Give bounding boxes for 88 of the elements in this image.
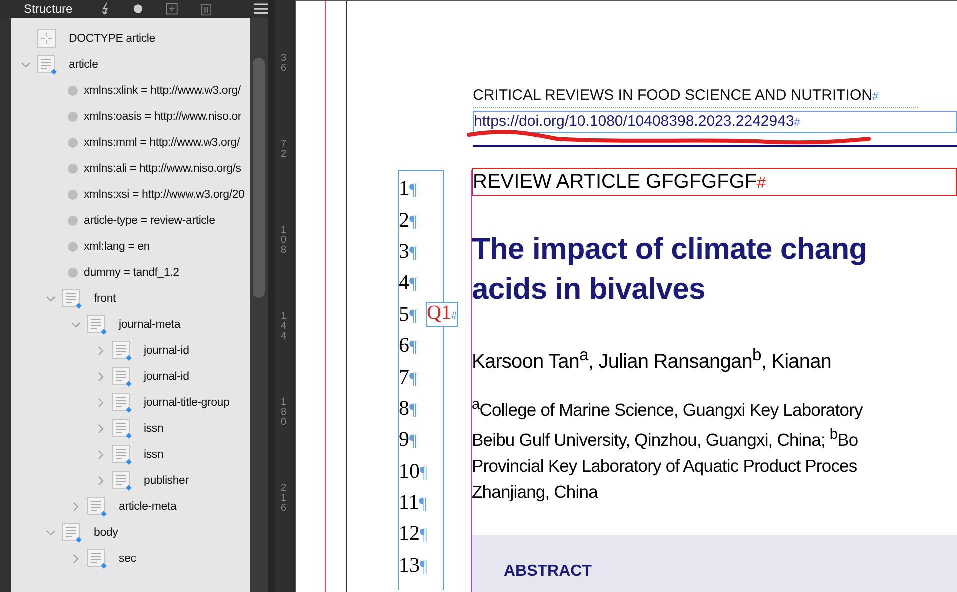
tree-item[interactable]: body — [94, 527, 118, 539]
tree-item[interactable]: front — [94, 293, 116, 305]
ruler-number: 180 — [281, 398, 288, 430]
chevron-down-icon[interactable] — [71, 320, 81, 330]
circle-icon[interactable] — [133, 3, 144, 15]
tree-item[interactable]: xmlns:oasis = http://www.niso.or — [84, 111, 242, 123]
line-number: 2¶ — [399, 208, 418, 233]
line-number: 11¶ — [399, 490, 427, 516]
chevron-right-icon[interactable] — [96, 372, 106, 382]
chevron-right-icon[interactable] — [96, 398, 106, 408]
article-type: REVIEW ARTICLE GFGFGFGF# — [472, 168, 957, 196]
tree-item[interactable]: article-type = review-article — [84, 215, 216, 227]
doi-link[interactable]: https://doi.org/10.1080/10408398.2023.2242943# — [473, 111, 957, 133]
tree-item[interactable]: xmlns:ali = http://www.niso.org/s — [84, 163, 242, 175]
panel-tab[interactable]: Structure — [24, 2, 73, 16]
tree-item[interactable]: article — [69, 59, 98, 71]
text-element-icon — [112, 445, 132, 465]
chevron-right-icon[interactable] — [96, 476, 106, 486]
text-element-icon — [87, 315, 107, 335]
text-element-icon — [112, 393, 132, 413]
attribute-dot-icon — [68, 268, 78, 278]
tree-item[interactable]: issn — [144, 449, 164, 461]
line-number: 13¶ — [399, 552, 428, 578]
tree-item[interactable]: dummy = tandf_1.2 — [84, 267, 180, 279]
ruler-number: 72 — [281, 140, 288, 162]
text-element-icon — [112, 419, 132, 439]
tree-item[interactable]: journal-id — [144, 371, 190, 383]
chevron-right-icon[interactable] — [96, 450, 106, 460]
text-element-icon — [87, 497, 107, 517]
line-number: 3¶ — [399, 238, 418, 264]
text-element-icon — [37, 55, 57, 75]
attribute-dot-icon — [68, 138, 78, 148]
tree-item[interactable]: journal-id — [144, 345, 190, 357]
trash-icon[interactable] — [200, 2, 212, 16]
scrollbar-thumb[interactable] — [253, 58, 265, 298]
chevron-down-icon[interactable] — [46, 294, 56, 304]
affiliation-text: $^{a}$College of Marine Science, Guangxi Key Laboratory Beibu Gulf University, Qinzhou, Guangxi, China; $^{b}$Bo Provincial Key Laboratory of Aquatic Product Proces Zhanjiang, China — [472, 396, 864, 504]
chevron-right-icon[interactable] — [71, 554, 81, 564]
tree-item[interactable]: xmlns:xlink = http://www.w3.org/ — [84, 85, 241, 97]
tree-item[interactable]: sec — [119, 553, 136, 565]
line-number: 4¶ — [399, 270, 418, 296]
text-element-icon — [62, 289, 82, 309]
tree-item[interactable]: journal-meta — [119, 319, 181, 331]
attribute-dot-icon — [68, 216, 78, 226]
chevron-down-icon[interactable] — [46, 528, 56, 538]
menu-icon[interactable] — [254, 3, 268, 15]
tree-item[interactable]: xmlns:xsi = http://www.w3.org/20 — [84, 189, 245, 201]
text-element-icon — [112, 367, 132, 387]
line-number: 10¶ — [399, 458, 428, 484]
chevron-right-icon[interactable] — [71, 502, 81, 512]
article-title: The impact of climate chang acids in bivalves — [472, 232, 868, 308]
ruler-number: 216 — [281, 484, 288, 516]
chevron-right-icon[interactable] — [96, 346, 106, 356]
ruler-number: 108 — [281, 226, 288, 258]
tree-item[interactable]: xmlns:mml = http://www.w3.org/ — [84, 137, 240, 149]
line-number: 5¶ — [399, 302, 418, 327]
tree-item[interactable]: article-meta — [119, 501, 177, 513]
tree-item[interactable]: journal-title-group — [144, 397, 230, 409]
text-element-icon — [112, 471, 132, 491]
abstract-heading: ABSTRACT — [504, 563, 592, 580]
query-marker: Q1# — [426, 302, 458, 327]
attribute-dot-icon — [68, 112, 78, 122]
line-number: 6¶ — [399, 333, 418, 358]
doctype-icon — [37, 29, 57, 49]
line-number: 8¶ — [399, 396, 418, 421]
tree-item[interactable]: publisher — [144, 475, 189, 487]
add-icon[interactable] — [166, 2, 178, 16]
attribute-dot-icon — [68, 190, 78, 200]
ruler-number: 36 — [281, 54, 288, 76]
tree-item[interactable]: issn — [144, 423, 164, 435]
line-number: 12¶ — [399, 521, 428, 546]
attribute-dot-icon — [68, 164, 78, 174]
chevron-down-icon[interactable] — [21, 60, 31, 70]
line-number: 1¶ — [399, 176, 418, 202]
ruler-number: 144 — [281, 312, 288, 344]
text-element-icon — [87, 549, 107, 569]
attribute-dot-icon — [68, 242, 78, 252]
text-element-icon — [62, 523, 82, 543]
line-number: 9¶ — [399, 427, 418, 452]
attribute-dot-icon — [68, 86, 78, 96]
tree-item[interactable]: xml:lang = en — [84, 241, 150, 253]
chevron-right-icon[interactable] — [96, 424, 106, 434]
journal-name: CRITICAL REVIEWS IN FOOD SCIENCE AND NUTRITION# — [473, 85, 918, 108]
line-number: 7¶ — [399, 364, 418, 390]
text-element-icon — [112, 341, 132, 361]
author-list: Karsoon Tan$^{a}$, Julian Ransangan$^{b}$, Kianan — [472, 345, 957, 374]
tree-item[interactable]: DOCTYPE article — [69, 33, 156, 45]
scrollbar[interactable] — [250, 18, 268, 592]
